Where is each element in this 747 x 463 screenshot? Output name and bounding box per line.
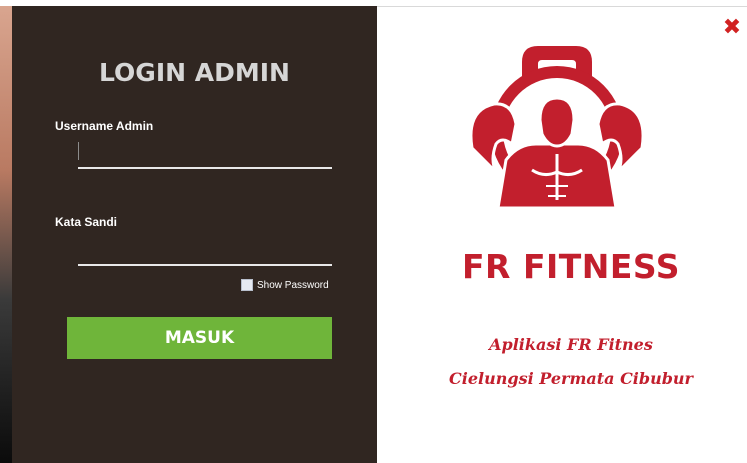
tagline-line-1: Aplikasi FR Fitnes [489,335,653,354]
password-label: Kata Sandi [55,215,118,229]
login-panel: LOGIN ADMIN Username Admin Kata Sandi Sh… [12,6,377,463]
login-title: LOGIN ADMIN [99,58,290,87]
brand-name: FR FITNESS [462,247,680,286]
show-password-checkbox[interactable]: Show Password [241,278,329,292]
top-border [377,6,747,7]
username-label: Username Admin [55,119,154,133]
password-input[interactable] [78,238,332,266]
tagline-line-2: Cielungsi Permata Cibubur [449,369,693,388]
show-password-label: Show Password [257,279,329,291]
login-submit-button[interactable]: MASUK [67,317,332,359]
close-icon[interactable]: ✖ [722,17,742,39]
checkbox-box[interactable] [241,279,253,291]
background-window-strip [0,0,12,463]
gym-logo-icon [469,46,645,210]
username-input[interactable] [78,141,332,169]
text-caret [78,142,79,160]
